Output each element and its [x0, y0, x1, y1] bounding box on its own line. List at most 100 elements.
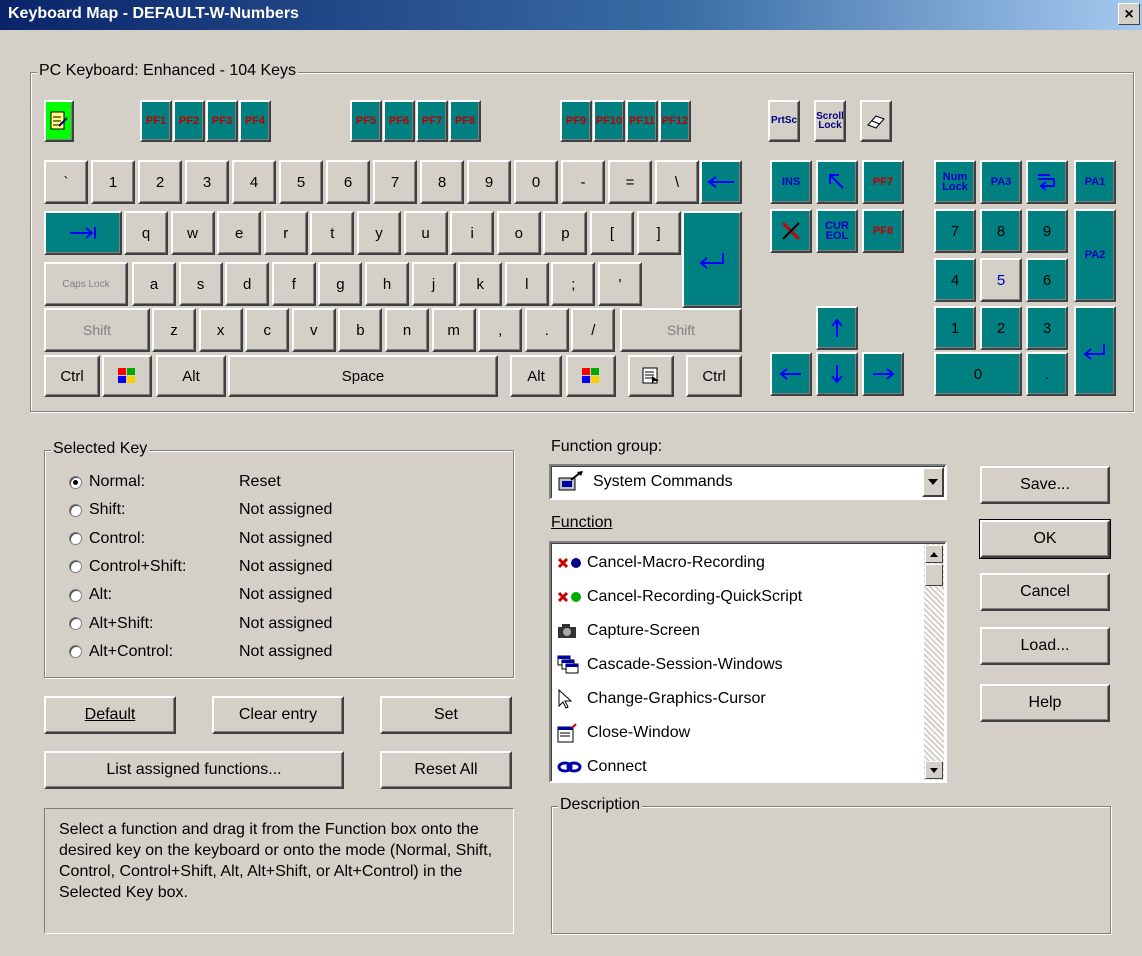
radio-button[interactable] [69, 532, 82, 546]
key-num-4[interactable]: 4 [934, 258, 976, 302]
key-row4-4[interactable]: b [338, 308, 383, 352]
mode-option[interactable]: Control+Shift: Not assigned [69, 556, 332, 578]
function-list-item[interactable]: Cancel-Macro-Recording [557, 549, 765, 577]
key-num-7[interactable]: 7 [934, 209, 976, 253]
key-row3-6[interactable]: j [411, 262, 456, 306]
key-erase[interactable] [860, 100, 892, 142]
key-row3-1[interactable]: s [178, 262, 223, 306]
radio-button[interactable] [69, 475, 82, 489]
key-row4-9[interactable]: / [571, 308, 616, 352]
key-row3-8[interactable]: l [504, 262, 549, 306]
key-row3-4[interactable]: g [318, 262, 363, 306]
clear-entry-button[interactable]: Clear entry [212, 696, 344, 734]
mode-option[interactable]: Normal: Reset [69, 471, 281, 493]
key-row1-9[interactable]: 9 [467, 160, 511, 204]
mode-option[interactable]: Alt: Not assigned [69, 584, 332, 606]
key-row3-0[interactable]: a [132, 262, 176, 306]
function-list-item[interactable]: Cancel-Recording-QuickScript [557, 583, 802, 611]
key-num-2[interactable]: 2 [980, 306, 1022, 350]
key-left-shift[interactable]: Shift [44, 308, 150, 352]
key-row2-7[interactable]: i [450, 211, 495, 255]
key-cur-eol[interactable]: CUR EOL [816, 209, 858, 253]
key-row4-7[interactable]: , [478, 308, 523, 352]
key-row2-4[interactable]: t [310, 211, 355, 255]
key-row1-11[interactable]: - [561, 160, 605, 204]
key-row4-6[interactable]: m [431, 308, 476, 352]
key-arrow-up[interactable] [816, 306, 858, 350]
list-assigned-button[interactable]: List assigned functions... [44, 751, 344, 789]
scroll-down-button[interactable] [925, 761, 943, 779]
key-pf4[interactable]: PF4 [239, 100, 271, 142]
key-pf3[interactable]: PF3 [206, 100, 238, 142]
key-row3-5[interactable]: h [365, 262, 409, 306]
radio-button[interactable] [69, 617, 82, 630]
save-button[interactable]: Save... [980, 466, 1110, 504]
key-row4-3[interactable]: v [291, 308, 336, 352]
scroll-up-button[interactable] [925, 545, 943, 563]
function-group-dropdown[interactable]: System Commands [549, 464, 947, 500]
key-row2-10[interactable]: [ [590, 211, 634, 255]
function-list-item[interactable]: Connect [557, 753, 647, 781]
key-row4-8[interactable]: . [524, 308, 569, 352]
function-list-item[interactable]: Cascade-Session-Windows [557, 651, 783, 679]
key-num-6[interactable]: 6 [1026, 258, 1068, 302]
function-list-item[interactable]: Capture-Screen [557, 617, 700, 645]
ok-button[interactable]: OK [979, 519, 1111, 559]
function-list-item[interactable]: Close-Window [557, 719, 690, 747]
mode-option[interactable]: Control: Not assigned [69, 528, 332, 550]
key-row1-0[interactable]: ` [44, 160, 88, 204]
key-num-lock[interactable]: Num Lock [934, 160, 976, 204]
key-pf11[interactable]: PF11 [626, 100, 658, 142]
key-row2-0[interactable]: q [124, 211, 168, 255]
key-row2-3[interactable]: r [263, 211, 308, 255]
key-row1-2[interactable]: 2 [138, 160, 182, 204]
key-num-8[interactable]: 8 [980, 209, 1022, 253]
key-num-9[interactable]: 9 [1026, 209, 1068, 253]
key-row1-10[interactable]: 0 [514, 160, 558, 204]
key-pa1[interactable]: PA1 [1074, 160, 1116, 204]
key-nav-pf7[interactable]: PF7 [862, 160, 904, 204]
key-row1-5[interactable]: 5 [279, 160, 323, 204]
default-button[interactable]: Default [44, 696, 176, 734]
key-nav-pf8[interactable]: PF8 [862, 209, 904, 253]
mode-option[interactable]: Shift: Not assigned [69, 499, 332, 521]
key-row1-6[interactable]: 6 [326, 160, 370, 204]
key-pf12[interactable]: PF12 [659, 100, 691, 142]
mode-option[interactable]: Alt+Control: Not assigned [69, 641, 332, 663]
radio-button[interactable] [69, 588, 82, 602]
key-row1-13[interactable]: \ [655, 160, 699, 204]
key-prtsc[interactable]: PrtSc [768, 100, 800, 142]
reset-all-button[interactable]: Reset All [380, 751, 512, 789]
key-right-windows[interactable] [566, 355, 616, 397]
key-row3-2[interactable]: d [225, 262, 270, 306]
key-row1-12[interactable]: = [608, 160, 652, 204]
key-left-windows[interactable] [102, 355, 152, 397]
key-num-enter[interactable] [1074, 306, 1116, 396]
key-row3-3[interactable]: f [271, 262, 316, 306]
key-num-3[interactable]: 3 [1026, 306, 1068, 350]
scroll-thumb[interactable] [925, 564, 943, 586]
key-row3-7[interactable]: k [458, 262, 503, 306]
function-listbox[interactable]: Cancel-Macro-Recording Cancel-Recording-Q… [549, 541, 947, 783]
key-pf8[interactable]: PF8 [449, 100, 481, 142]
key-right-shift[interactable]: Shift [620, 308, 742, 352]
scrollbar[interactable] [924, 544, 944, 780]
key-row1-3[interactable]: 3 [185, 160, 229, 204]
key-row2-2[interactable]: e [217, 211, 262, 255]
key-num-dot[interactable]: . [1026, 352, 1068, 396]
key-num-0[interactable]: 0 [934, 352, 1022, 396]
key-pf6[interactable]: PF6 [383, 100, 415, 142]
key-row3-9[interactable]: ; [551, 262, 596, 306]
key-row4-5[interactable]: n [385, 308, 429, 352]
key-newline[interactable] [1026, 160, 1068, 204]
function-list-item[interactable]: Change-Graphics-Cursor [557, 685, 766, 713]
key-arrow-down[interactable] [816, 352, 858, 396]
key-row2-6[interactable]: u [403, 211, 448, 255]
cancel-button[interactable]: Cancel [980, 573, 1110, 611]
key-tab[interactable] [44, 211, 122, 255]
radio-button[interactable] [69, 503, 82, 517]
key-row1-8[interactable]: 8 [420, 160, 464, 204]
key-pf9[interactable]: PF9 [560, 100, 592, 142]
key-menu[interactable] [628, 355, 674, 397]
radio-button[interactable] [69, 560, 82, 574]
